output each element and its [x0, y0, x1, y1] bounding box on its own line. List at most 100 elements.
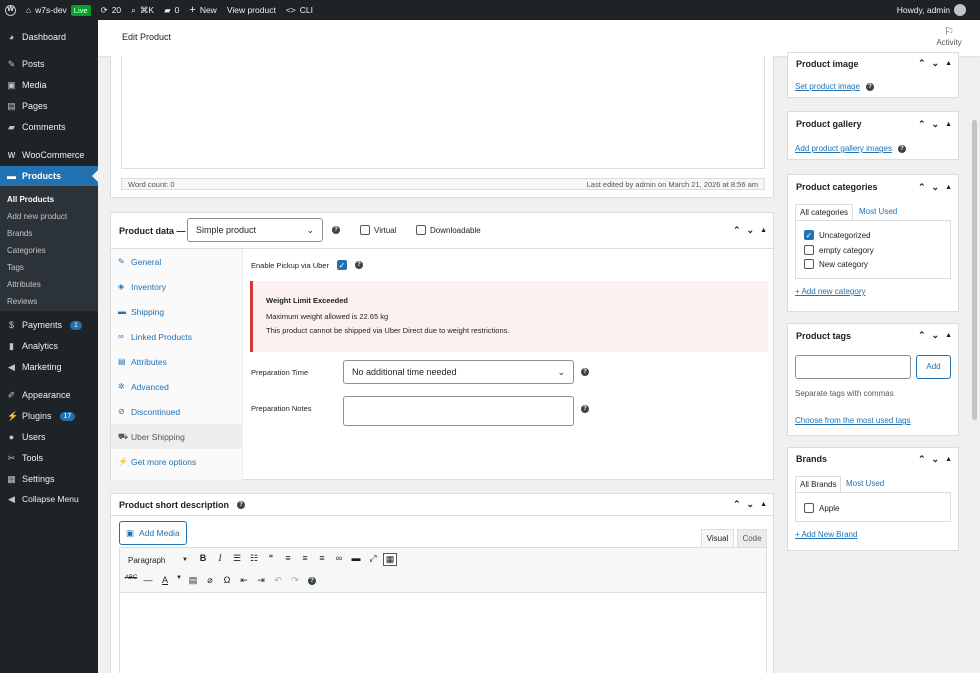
italic-icon[interactable]: I	[213, 553, 227, 566]
add-gallery-images-link[interactable]: Add product gallery images	[795, 144, 892, 153]
add-tag-button[interactable]: Add	[916, 355, 951, 379]
brand-item[interactable]: Apple	[804, 503, 839, 513]
strikethrough-icon[interactable]: ABC	[124, 575, 138, 586]
toggle-arrow-icon[interactable]: ▲	[945, 456, 952, 463]
indent-icon[interactable]: ⇥	[254, 575, 268, 586]
view-product-link[interactable]: View product	[222, 0, 281, 20]
category-item[interactable]: empty category	[804, 245, 874, 255]
chevron-down-icon[interactable]: ⌄	[747, 225, 755, 236]
text-color-icon[interactable]: A	[158, 575, 172, 586]
comments-link[interactable]: ▰ 0	[159, 0, 184, 20]
bullet-list-icon[interactable]: ☰	[230, 553, 244, 566]
menu-posts[interactable]: ✎ Posts	[0, 54, 98, 74]
add-media-button[interactable]: ▣ Add Media	[119, 521, 187, 545]
chevron-down-icon[interactable]: ⌄	[932, 454, 940, 465]
chevron-up-icon[interactable]: ⌃	[918, 58, 926, 69]
chevron-up-icon[interactable]: ⌃	[733, 499, 741, 510]
align-center-icon[interactable]: ≡	[298, 553, 312, 566]
category-item[interactable]: New category	[804, 259, 868, 269]
menu-appearance[interactable]: ✐ Appearance	[0, 385, 98, 405]
page-scrollbar[interactable]	[972, 120, 977, 420]
wp-logo-icon[interactable]: W	[0, 0, 21, 20]
toggle-arrow-icon[interactable]: ▲	[945, 121, 952, 128]
help-icon[interactable]: ?	[897, 144, 906, 153]
menu-dashboard[interactable]: ◕ Dashboard	[0, 27, 98, 47]
menu-woocommerce[interactable]: W WooCommerce	[0, 145, 98, 165]
align-left-icon[interactable]: ≡	[281, 553, 295, 566]
tab-attributes[interactable]: ▤ Attributes	[111, 349, 243, 374]
chevron-down-icon[interactable]: ⌄	[932, 119, 940, 130]
menu-pages[interactable]: ▤ Pages	[0, 96, 98, 116]
blockquote-icon[interactable]: “	[264, 553, 278, 566]
category-checkbox[interactable]	[804, 245, 814, 255]
tag-input[interactable]	[795, 355, 911, 379]
prep-notes-textarea[interactable]	[343, 396, 574, 426]
tab-general[interactable]: ✎ General	[111, 249, 243, 274]
tab-most-used-categories[interactable]: Most Used	[859, 204, 897, 220]
enable-pickup-checkbox[interactable]: ✓	[336, 260, 347, 270]
redo-icon[interactable]: ↷	[288, 575, 302, 586]
chevron-down-icon[interactable]: ⌄	[932, 182, 940, 193]
add-new-brand-link[interactable]: + Add New Brand	[795, 530, 857, 539]
caret-down-icon[interactable]: ▼	[175, 575, 183, 586]
numbered-list-icon[interactable]: ☷	[247, 553, 261, 566]
format-select[interactable]: Paragraph ▼	[124, 552, 192, 568]
menu-tools[interactable]: ✂ Tools	[0, 448, 98, 468]
prep-time-select[interactable]: No additional time needed ⌄	[343, 360, 574, 384]
menu-users[interactable]: ● Users	[0, 427, 98, 447]
tab-uber-shipping[interactable]: ⛟ Uber Shipping	[111, 424, 243, 449]
tab-visual[interactable]: Visual	[701, 529, 734, 548]
activity-button[interactable]: ⚐ Activity	[932, 25, 966, 47]
site-name-link[interactable]: ⌂ w7s-dev Live	[21, 0, 96, 20]
submenu-tags[interactable]: Tags	[7, 263, 24, 272]
menu-plugins[interactable]: ⚡ Plugins 17	[0, 406, 98, 426]
virtual-checkbox-box[interactable]	[360, 225, 370, 235]
horizontal-line-icon[interactable]: —	[141, 575, 155, 586]
toggle-arrow-icon[interactable]: ▲	[945, 184, 952, 191]
submenu-reviews[interactable]: Reviews	[7, 297, 37, 306]
tab-shipping[interactable]: ▬ Shipping	[111, 299, 243, 324]
menu-media[interactable]: ▣ Media	[0, 75, 98, 95]
category-checkbox[interactable]: ✓	[804, 230, 814, 240]
undo-icon[interactable]: ↶	[271, 575, 285, 586]
toolbar-toggle-icon[interactable]: ▦	[383, 553, 397, 566]
toggle-arrow-icon[interactable]: ▲	[760, 501, 767, 508]
my-account-link[interactable]: Howdy, admin	[892, 0, 980, 20]
menu-products[interactable]: ▬ Products	[0, 166, 98, 186]
choose-most-used-tags-link[interactable]: Choose from the most used tags	[795, 416, 911, 425]
downloadable-checkbox-box[interactable]	[416, 225, 426, 235]
product-type-select[interactable]: Simple product ⌄	[187, 218, 323, 242]
editor-textarea[interactable]	[121, 56, 765, 169]
downloadable-checkbox[interactable]: Downloadable	[416, 225, 481, 235]
short-desc-editor-area[interactable]	[119, 593, 767, 673]
menu-marketing[interactable]: ◀ Marketing	[0, 357, 98, 377]
read-more-icon[interactable]: ▬	[349, 553, 363, 566]
chevron-down-icon[interactable]: ⌄	[932, 330, 940, 341]
help-icon[interactable]: ?	[332, 226, 340, 234]
category-checkbox[interactable]	[804, 259, 814, 269]
new-content-link[interactable]: + New	[184, 0, 221, 20]
align-right-icon[interactable]: ≡	[315, 553, 329, 566]
submenu-all-products[interactable]: All Products	[7, 195, 54, 204]
toggle-arrow-icon[interactable]: ▲	[760, 227, 767, 234]
paste-text-icon[interactable]: ▤	[186, 575, 200, 586]
submenu-categories[interactable]: Categories	[7, 246, 46, 255]
toggle-arrow-icon[interactable]: ▲	[945, 332, 952, 339]
menu-analytics[interactable]: ▮ Analytics	[0, 336, 98, 356]
help-icon[interactable]: ?	[308, 577, 316, 585]
tab-most-used-brands[interactable]: Most Used	[846, 476, 884, 492]
menu-collapse[interactable]: ◀ Collapse Menu	[0, 489, 98, 509]
submenu-attributes[interactable]: Attributes	[7, 280, 41, 289]
tab-discontinued[interactable]: ⊘ Discontinued	[111, 399, 243, 424]
virtual-checkbox[interactable]: Virtual	[360, 225, 397, 235]
updates-link[interactable]: ⟳ 20	[96, 0, 127, 20]
help-icon[interactable]: ?	[865, 82, 874, 91]
help-icon[interactable]: ?	[237, 500, 246, 509]
tab-all-categories[interactable]: All categories	[795, 204, 854, 220]
set-product-image-link[interactable]: Set product image	[795, 82, 860, 91]
outdent-icon[interactable]: ⇤	[237, 575, 251, 586]
cli-link[interactable]: <> CLI	[281, 0, 318, 20]
toggle-arrow-icon[interactable]: ▲	[945, 60, 952, 67]
chevron-up-icon[interactable]: ⌃	[918, 330, 926, 341]
clear-formatting-icon[interactable]: ⌀	[203, 575, 217, 586]
